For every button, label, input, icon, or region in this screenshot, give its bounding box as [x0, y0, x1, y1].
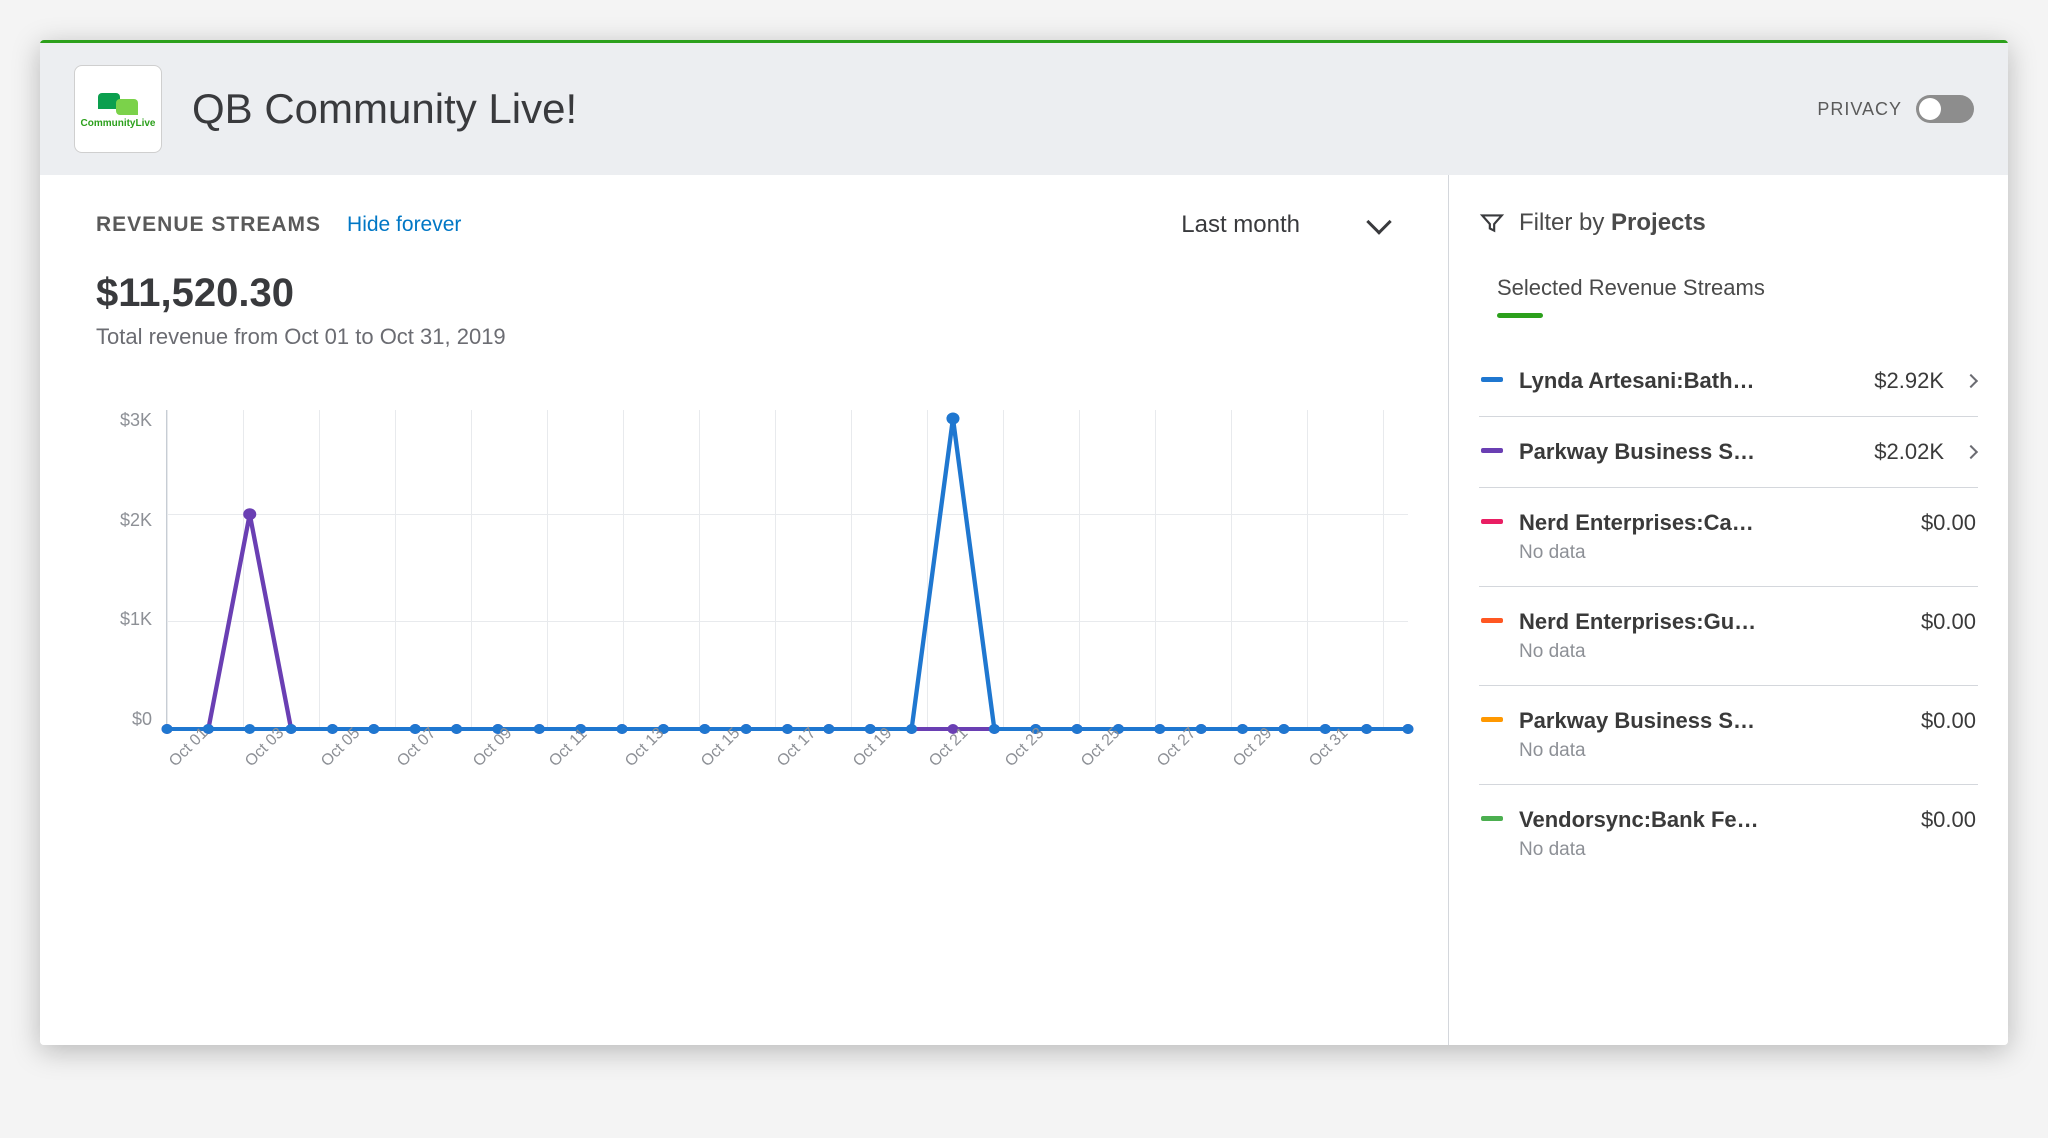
stream-name: Nerd Enterprises:Gu…	[1519, 609, 1756, 635]
chart-x-axis: Oct 01Oct 03Oct 05Oct 07Oct 09Oct 11Oct …	[166, 740, 1408, 758]
stream-subtext: No data	[1519, 641, 1756, 663]
stream-value: $2.02K	[1874, 439, 1944, 465]
chevron-right-icon	[1964, 445, 1978, 459]
stream-subtext: No data	[1519, 839, 1759, 861]
y-tick: $1K	[120, 609, 152, 630]
stream-color-swatch	[1481, 717, 1503, 722]
total-revenue-amount: $11,520.30	[96, 271, 1408, 316]
total-revenue-subtext: Total revenue from Oct 01 to Oct 31, 201…	[96, 324, 1408, 350]
chart-data-point[interactable]	[1320, 724, 1331, 734]
revenue-chart: $3K $2K $1K $0	[96, 410, 1408, 730]
stream-subtext: No data	[1519, 740, 1755, 762]
privacy-label: PRIVACY	[1817, 99, 1902, 120]
stream-color-swatch	[1481, 377, 1503, 382]
stream-name: Parkway Business S…	[1519, 439, 1755, 465]
stream-color-swatch	[1481, 618, 1503, 623]
filter-prefix: Filter by	[1519, 209, 1611, 236]
chart-data-point[interactable]	[946, 413, 959, 425]
chart-data-point[interactable]	[1403, 724, 1414, 734]
stream-row[interactable]: Vendorsync:Bank Fe… No data $0.00	[1479, 785, 1978, 883]
stream-color-swatch	[1481, 816, 1503, 821]
app-header: CommunityLive QB Community Live! PRIVACY	[40, 43, 2008, 175]
content-body: REVENUE STREAMS Hide forever Last month …	[40, 175, 2008, 1045]
chart-data-point[interactable]	[699, 724, 710, 734]
period-dropdown[interactable]: Last month	[1181, 211, 1408, 239]
stream-color-swatch	[1481, 448, 1503, 453]
hide-forever-link[interactable]: Hide forever	[347, 213, 461, 237]
stream-value: $2.92K	[1874, 368, 1944, 394]
chart-data-point[interactable]	[1072, 724, 1083, 734]
privacy-control: PRIVACY	[1817, 95, 1974, 123]
page-title: QB Community Live!	[192, 85, 577, 133]
stream-value: $0.00	[1921, 807, 1976, 833]
section-header-row: REVENUE STREAMS Hide forever Last month	[96, 211, 1408, 239]
privacy-toggle[interactable]	[1916, 95, 1974, 123]
chart-data-point[interactable]	[782, 724, 793, 734]
stream-value: $0.00	[1921, 708, 1976, 734]
period-label: Last month	[1181, 211, 1300, 239]
chart-data-point[interactable]	[244, 724, 255, 734]
chart-data-point[interactable]	[1237, 724, 1248, 734]
stream-subtext: No data	[1519, 542, 1754, 564]
chart-data-point[interactable]	[989, 724, 1000, 734]
stream-row[interactable]: Nerd Enterprises:Ca… No data $0.00	[1479, 488, 1978, 587]
streams-list: Lynda Artesani:Bath… $2.92K Parkway Busine…	[1479, 346, 1978, 883]
app-logo: CommunityLive	[74, 65, 162, 153]
stream-name: Lynda Artesani:Bath…	[1519, 368, 1755, 394]
stream-row[interactable]: Parkway Business S… No data $0.00	[1479, 686, 1978, 785]
chart-series-line	[167, 419, 1408, 729]
chart-data-point[interactable]	[534, 724, 545, 734]
y-tick: $2K	[120, 510, 152, 531]
community-live-icon	[98, 90, 138, 118]
chevron-down-icon	[1366, 209, 1391, 234]
app-window: CommunityLive QB Community Live! PRIVACY…	[40, 40, 2008, 1045]
chart-data-point[interactable]	[451, 724, 462, 734]
chart-y-axis: $3K $2K $1K $0	[96, 410, 166, 730]
chart-data-point[interactable]	[617, 724, 628, 734]
chart-data-point[interactable]	[1154, 724, 1165, 734]
streams-subhead-underline	[1497, 313, 1543, 318]
stream-row[interactable]: Nerd Enterprises:Gu… No data $0.00	[1479, 587, 1978, 686]
stream-row[interactable]: Lynda Artesani:Bath… $2.92K	[1479, 346, 1978, 417]
filter-bold: Projects	[1611, 209, 1706, 236]
filter-header[interactable]: Filter by Projects	[1479, 209, 1978, 237]
chart-data-point[interactable]	[243, 508, 256, 520]
stream-name: Vendorsync:Bank Fe…	[1519, 807, 1759, 833]
y-tick: $3K	[120, 410, 152, 431]
stream-name: Parkway Business S…	[1519, 708, 1755, 734]
chart-data-point[interactable]	[162, 724, 173, 734]
chart-plot-area[interactable]	[166, 410, 1408, 730]
chevron-right-icon	[1964, 374, 1978, 388]
stream-color-swatch	[1481, 519, 1503, 524]
chart-series-line	[167, 514, 1408, 729]
stream-name: Nerd Enterprises:Ca…	[1519, 510, 1754, 536]
stream-value: $0.00	[1921, 510, 1976, 536]
side-panel: Filter by Projects Selected Revenue Stre…	[1448, 175, 2008, 1045]
logo-text: CommunityLive	[80, 118, 155, 129]
chart-svg	[167, 410, 1408, 729]
stream-value: $0.00	[1921, 609, 1976, 635]
main-panel: REVENUE STREAMS Hide forever Last month …	[40, 175, 1448, 1045]
stream-row[interactable]: Parkway Business S… $2.02K	[1479, 417, 1978, 488]
y-tick: $0	[132, 709, 152, 730]
chart-data-point[interactable]	[327, 724, 338, 734]
section-title: REVENUE STREAMS	[96, 213, 321, 237]
streams-subhead: Selected Revenue Streams	[1497, 275, 1978, 301]
filter-icon	[1479, 210, 1505, 236]
